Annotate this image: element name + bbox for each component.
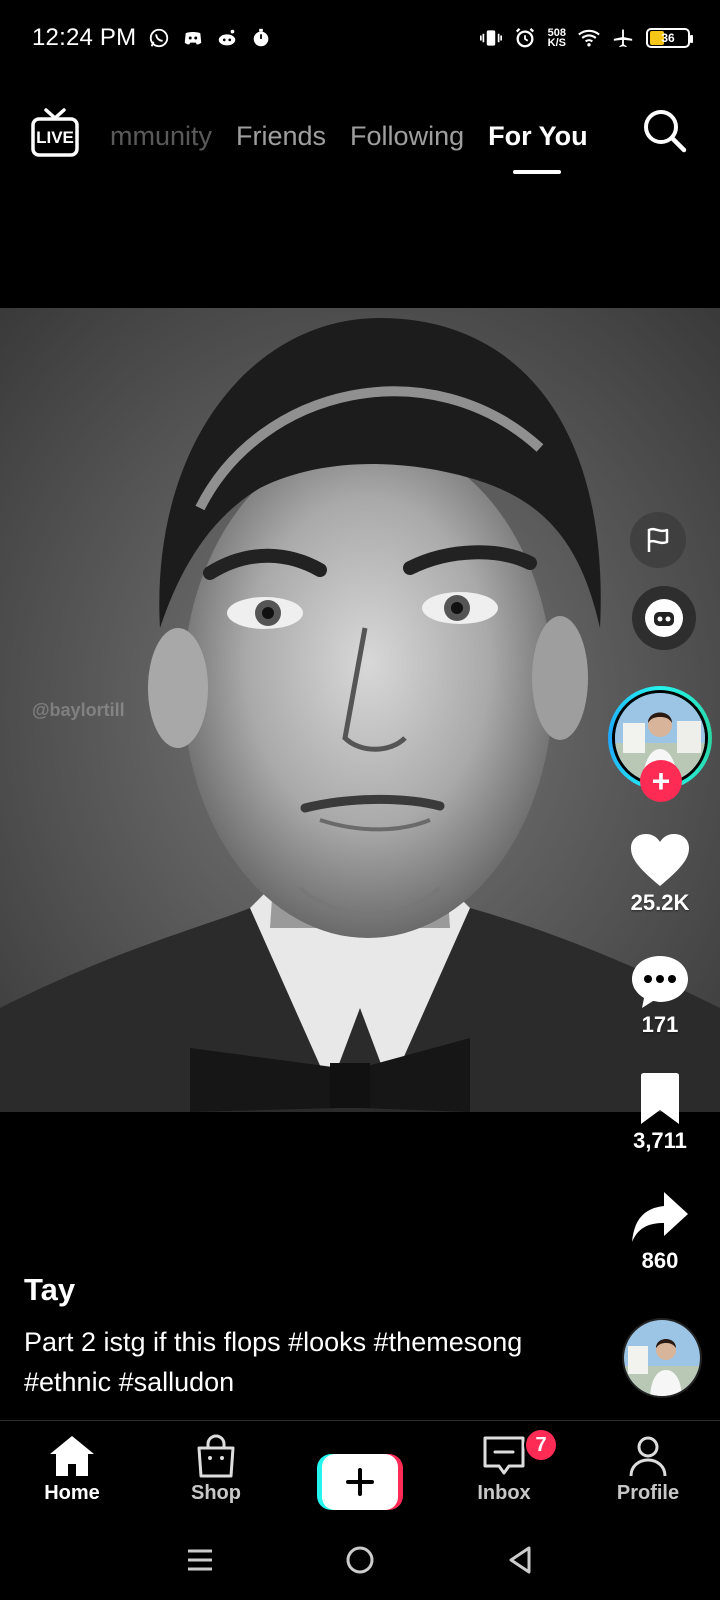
- back-button[interactable]: [500, 1540, 540, 1580]
- airplane-icon: [612, 27, 634, 49]
- discord-icon: [182, 27, 204, 49]
- inbox-icon: [483, 1436, 525, 1475]
- plus-icon: +: [651, 763, 671, 799]
- network-speed: 508 K/S: [547, 28, 566, 49]
- comment-icon: [632, 956, 688, 1008]
- like-action[interactable]: 25.2K: [610, 832, 710, 916]
- video-caption: Tay Part 2 istg if this flops #looks #th…: [24, 1272, 584, 1402]
- save-action[interactable]: 3,711: [610, 1072, 710, 1154]
- back-triangle-icon: [509, 1546, 531, 1574]
- sound-disc[interactable]: [622, 1318, 702, 1398]
- nav-create[interactable]: [288, 1424, 432, 1520]
- create-button[interactable]: [317, 1454, 403, 1510]
- home-icon: [50, 1436, 94, 1476]
- search-icon: [644, 110, 687, 153]
- battery-icon: 36: [646, 28, 693, 48]
- shopping-bag-icon: [197, 1434, 235, 1478]
- reddit-icon: [216, 27, 238, 49]
- profile-icon: [629, 1436, 667, 1477]
- status-time: 12:24 PM: [32, 24, 137, 51]
- caption-text[interactable]: Part 2 istg if this flops #looks #themes…: [24, 1322, 584, 1402]
- sound-thumbnail: [624, 1320, 700, 1396]
- share-icon: [632, 1192, 688, 1242]
- live-label: LIVE: [36, 128, 74, 147]
- face-icon: [645, 599, 683, 637]
- vibrate-icon: [479, 27, 502, 49]
- bookmark-icon: [641, 1073, 679, 1124]
- nav-shop-label: Shop: [191, 1482, 241, 1504]
- flag-icon: [647, 527, 669, 552]
- effects-button[interactable]: [632, 586, 696, 650]
- network-speed-unit: K/S: [547, 37, 566, 49]
- video-watermark: @baylortill: [32, 700, 125, 720]
- wifi-icon: [578, 27, 600, 49]
- share-count: 860: [641, 1248, 679, 1273]
- stopwatch-icon: [250, 27, 272, 49]
- notification-icons: [148, 27, 272, 49]
- heart-icon: [631, 834, 689, 886]
- plus-icon: [346, 1468, 374, 1496]
- comment-action[interactable]: 171: [610, 952, 710, 1038]
- bottom-nav-divider: [0, 1420, 720, 1421]
- alarm-icon: [514, 27, 536, 49]
- nav-home-label: Home: [44, 1482, 100, 1504]
- nav-shop[interactable]: Shop: [144, 1424, 288, 1520]
- nav-home[interactable]: Home: [0, 1424, 144, 1520]
- whatsapp-icon: [148, 27, 170, 49]
- circle-icon: [346, 1546, 374, 1574]
- top-feed-nav: LIVE mmunity Friends Following For You: [0, 96, 720, 176]
- inbox-badge: 7: [524, 1428, 558, 1462]
- tab-following[interactable]: Following: [350, 121, 464, 152]
- nav-inbox[interactable]: 7 Inbox: [432, 1424, 576, 1520]
- like-count: 25.2K: [630, 890, 690, 915]
- tab-friends[interactable]: Friends: [236, 121, 326, 152]
- home-system-button[interactable]: [340, 1540, 380, 1580]
- recents-button[interactable]: [180, 1540, 220, 1580]
- share-action[interactable]: 860: [610, 1190, 710, 1274]
- tab-for-you[interactable]: For You: [488, 121, 588, 174]
- bottom-nav: Home Shop 7 Inbox Profile: [0, 1424, 720, 1520]
- nav-profile-label: Profile: [616, 1482, 680, 1504]
- nav-profile[interactable]: Profile: [576, 1424, 720, 1520]
- status-bar: 12:24 PM 508 K/S 36: [0, 0, 720, 76]
- live-tv-icon: LIVE: [31, 108, 79, 157]
- battery-level: 36: [661, 31, 675, 45]
- follow-button[interactable]: +: [640, 760, 682, 802]
- live-button[interactable]: LIVE: [30, 106, 80, 160]
- menu-icon: [188, 1549, 212, 1571]
- report-button[interactable]: [630, 512, 686, 568]
- search-button[interactable]: [640, 106, 690, 156]
- comment-count: 171: [641, 1012, 679, 1037]
- nav-inbox-label: Inbox: [477, 1482, 531, 1504]
- system-status-icons: 508 K/S 36: [479, 27, 693, 49]
- feed-tabs: mmunity Friends Following For You: [110, 96, 588, 176]
- author-name[interactable]: Tay: [24, 1272, 584, 1308]
- tab-community[interactable]: mmunity: [110, 121, 212, 152]
- system-nav-bar: [0, 1520, 720, 1600]
- save-count: 3,711: [633, 1128, 687, 1153]
